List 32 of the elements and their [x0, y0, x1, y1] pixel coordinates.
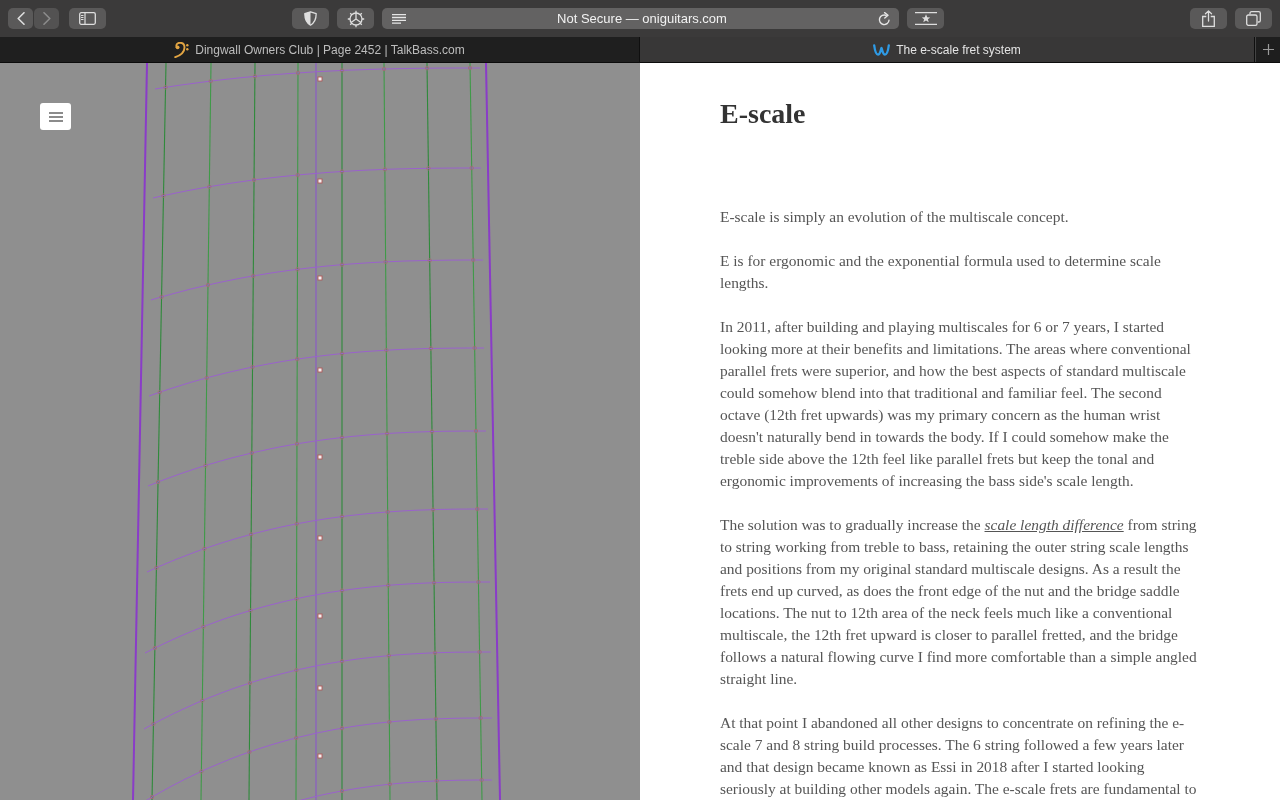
bass-clef-icon	[174, 41, 190, 58]
shield-icon	[304, 11, 317, 26]
text-lines-icon[interactable]	[392, 13, 406, 24]
paragraph: The solution was to gradually increase the scale length difference from string to string working from treble to bass, retaining the outer string scale lengths and positions from my original standard multiscale designs. As a result the frets end up curved, as does the front edge of the nut and the bridge saddle locations. The nut to 12th area of the neck feels much like a conventional multiscale, the 12th fret upward is closer to parallel fretted, and the bridge follows a natural flowing curve I find more comfortable than a simple angled straight line.	[720, 515, 1198, 689]
text-link[interactable]: scale length difference	[984, 516, 1124, 533]
star-icon	[914, 12, 937, 25]
share-icon	[1202, 10, 1215, 27]
tab-overview-button[interactable]	[1235, 8, 1272, 29]
sidebar-button[interactable]	[69, 8, 106, 29]
chevron-right-icon	[42, 12, 51, 25]
overlapping-squares-icon	[1246, 11, 1261, 26]
paragraph: E-scale is simply an evolution of the multiscale concept.	[720, 207, 1070, 227]
plus-icon	[1262, 44, 1274, 55]
tab[interactable]: The e-scale fret system	[640, 37, 1255, 62]
logo-icon	[873, 43, 891, 56]
share-button[interactable]	[1190, 8, 1227, 29]
gear-icon	[346, 9, 365, 28]
sidebar-icon	[79, 12, 96, 25]
url-text: Not Secure — oniguitars.com	[556, 11, 728, 26]
paragraph: In 2011, after building and playing multiscales for 6 or 7 years, I started looking more at their benefits and limitations. The areas where conventional parallel frets were superior, and how the best aspects of standard multiscale could somehow blend into that traditional and familiar feel. The second octave (12th fret upwards) was my primary concern as the human wrist doesn't naturally bend in towards the body. If I could somehow make the treble side above the 12th feel like parallel frets but keep the tonal and ergonomic improvements of increasing the bass side's scale length.	[720, 317, 1192, 491]
menu-button[interactable]	[40, 103, 71, 130]
back-button[interactable]	[8, 8, 33, 29]
privacy-button[interactable]	[292, 8, 329, 29]
paragraph: E is for ergonomic and the exponential formula used to determine scale lengths.	[720, 251, 1162, 293]
paragraph: At that point I abandoned all other designs to concentrate on refining the e-scale 7 and 8 string build processes. The 6 string followed a few years later and that design became known as Essi in 2018 after I started looking seriously at building other models again. The e-scale frets are fundamental to	[720, 713, 1198, 799]
bookmark-button[interactable]	[907, 8, 944, 29]
chevron-left-icon	[16, 12, 25, 25]
menu-icon	[48, 111, 63, 122]
article-title: E-scale	[720, 97, 807, 131]
address-field[interactable]: Not Secure — oniguitars.com	[382, 8, 899, 29]
extension-button[interactable]	[337, 8, 374, 29]
reload-icon[interactable]	[878, 11, 891, 26]
